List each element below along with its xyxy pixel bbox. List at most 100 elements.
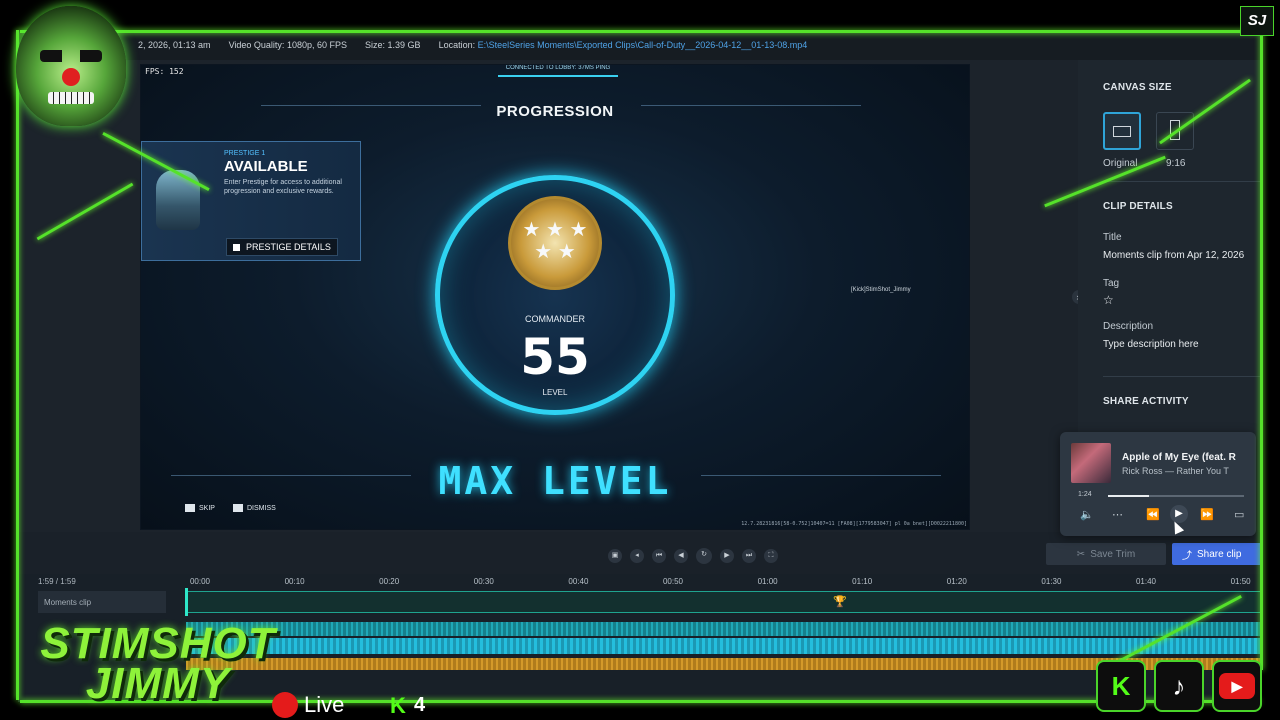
album-art [1071,443,1111,483]
kick-icon: K [390,692,406,718]
song-artist: Rick Ross — Rather You T [1122,466,1229,476]
audio-waveform [186,638,1262,654]
location-link[interactable]: E:\SteelSeries Moments\Exported Clips\Ca… [478,40,808,50]
fullscreen-icon[interactable]: ⛶ [764,549,778,563]
scissors-icon: ✂ [1076,548,1086,560]
timeline-tick: 00:50 [662,577,684,586]
youtube-icon: ▶ [1212,660,1262,712]
video-preview[interactable]: FPS: 152 CONNECTED TO LOBBY: 37MS PING P… [140,64,970,530]
description-field[interactable]: Type description here [1103,339,1199,350]
prestige-details-button[interactable]: PRESTIGE DETAILS [226,238,338,256]
save-trim-button[interactable]: ✂ Save Trim [1046,543,1166,565]
playhead[interactable] [185,588,188,616]
prestige-label: PRESTIGE 1 [224,150,266,157]
timeline-tick: 01:00 [757,577,778,586]
description-label: Description [1103,321,1154,332]
song-time: 1:24 [1078,491,1092,498]
title-field[interactable]: Moments clip from Apr 12, 2026 [1103,250,1244,261]
canvas-original-label: Original [1103,158,1138,169]
brand-name: STIMSHOT JIMMY [8,619,308,708]
divider [1103,181,1262,182]
share-activity-heading: SHARE ACTIVITY [1103,396,1189,407]
prestige-details-label: PRESTIGE DETAILS [246,242,331,252]
rank-ring: ★ ★ ★ ★ ★ COMMANDER 55 LEVEL [435,175,675,415]
lobby-status: CONNECTED TO LOBBY: 37MS PING [498,65,618,77]
mascot-teeth [48,92,94,104]
song-title: Apple of My Eye (feat. R [1122,452,1236,463]
video-quality: Video Quality: 1080p, 60 FPS [228,40,347,50]
emblem-stars: ★ ★ ★ ★ ★ [522,219,588,263]
hud-skip: SKIP [185,504,215,512]
hud-dismiss: DISMISS [233,504,276,512]
clip-location: Location: E:\SteelSeries Moments\Exporte… [438,40,808,50]
prestige-card[interactable]: PRESTIGE 1 AVAILABLE Enter Prestige for … [141,141,361,261]
moments-app-window: 2, 2026, 01:13 am Video Quality: 1080p, … [18,30,1262,702]
lightning-vine [1260,30,1263,670]
social-links: K ♪ ▶ [1096,660,1262,712]
song-progress-bar[interactable] [1108,495,1244,497]
share-clip-button[interactable]: ⤴ Share clip [1172,543,1262,565]
brand-line-1: STIMSHOT [40,619,276,668]
lightning-vine [20,30,1260,33]
rank-title: COMMANDER [525,314,585,324]
kick-tag: [Kick]StimShot_Jimmy [851,287,911,293]
live-badge: Live [272,692,344,718]
song-progress-fill [1108,495,1149,497]
clip-details-heading: CLIP DETAILS [1103,201,1173,212]
timeline-tick: 00:20 [379,577,400,586]
live-label: Live [304,692,345,717]
star-tag-icon[interactable]: ☆ [1103,293,1114,307]
viewer-count-value: 4 [414,694,426,716]
camera-icon[interactable]: ▣ [608,549,622,563]
rank-number: 55 [520,328,590,386]
lyrics-icon[interactable]: ▭ [1234,508,1244,521]
progression-title: PROGRESSION [496,103,614,120]
step-forward-icon[interactable]: ▶ [720,549,734,563]
volume-icon[interactable]: ◂ [630,549,644,563]
viewer-count: K 4 [390,694,425,717]
title-label: Title [1103,232,1122,243]
brand-line-2: JIMMY [85,659,231,708]
tag-label: Tag [1103,278,1120,289]
canvas-916-label: 9:16 [1166,158,1186,169]
share-icon: ⤴ [1182,550,1192,562]
timeline-tick: 00:10 [284,577,305,586]
volume-icon[interactable]: 🔈 [1080,508,1094,521]
next-icon[interactable]: ⏩ [1200,508,1214,521]
canvas-original-button[interactable] [1103,112,1141,150]
clip-date: 2, 2026, 01:13 am [138,40,211,50]
sj-logo: SJ [1240,6,1274,36]
media-widget: Apple of My Eye (feat. R Rick Ross — Rat… [1060,432,1256,536]
timeline-tick: 00:40 [568,577,589,586]
clip-size: Size: 1.39 GB [365,40,421,50]
tiktok-icon: ♪ [1154,660,1204,712]
trophy-marker-icon[interactable]: 🏆 [833,595,847,608]
skip-end-icon[interactable]: ⏭ [742,549,756,563]
more-icon[interactable]: ⋯ [1112,508,1123,521]
transport-bar: ▣ ◂ ⏮ ◀ ↻ ▶ ⏭ ⛶ ✂ Save Trim ⤴ Share clip [18,532,1262,574]
keyboard-key-icon [233,243,240,251]
max-level-banner: MAX LEVEL [438,459,672,503]
divider [1103,376,1262,377]
timeline-tick: 01:30 [1041,577,1062,586]
replay-icon[interactable]: ↻ [696,548,712,564]
timeline-tick: 01:50 [1230,577,1251,586]
mascot-nose [62,68,80,86]
rank-level-label: LEVEL [542,388,568,397]
timeline-tick: 01:20 [946,577,967,586]
clip-track[interactable] [186,591,1262,613]
timeline-tick: 00:00 [189,577,211,586]
prestige-description: Enter Prestige for access to additional … [224,179,342,195]
commander-emblem-icon: ★ ★ ★ ★ ★ [508,196,602,290]
fps-counter: FPS: 152 [145,67,184,76]
time-display: 1:59 / 1:59 [38,577,76,586]
kick-icon: K [1096,660,1146,712]
timeline-tick: 00:30 [473,577,494,586]
previous-icon[interactable]: ⏪ [1146,508,1160,521]
prestige-available: AVAILABLE [224,158,308,175]
live-dot-icon [272,692,298,718]
audio-waveform [186,622,1262,636]
skip-start-icon[interactable]: ⏮ [652,549,666,563]
step-back-icon[interactable]: ◀ [674,549,688,563]
timeline-tick: 01:40 [1135,577,1157,586]
